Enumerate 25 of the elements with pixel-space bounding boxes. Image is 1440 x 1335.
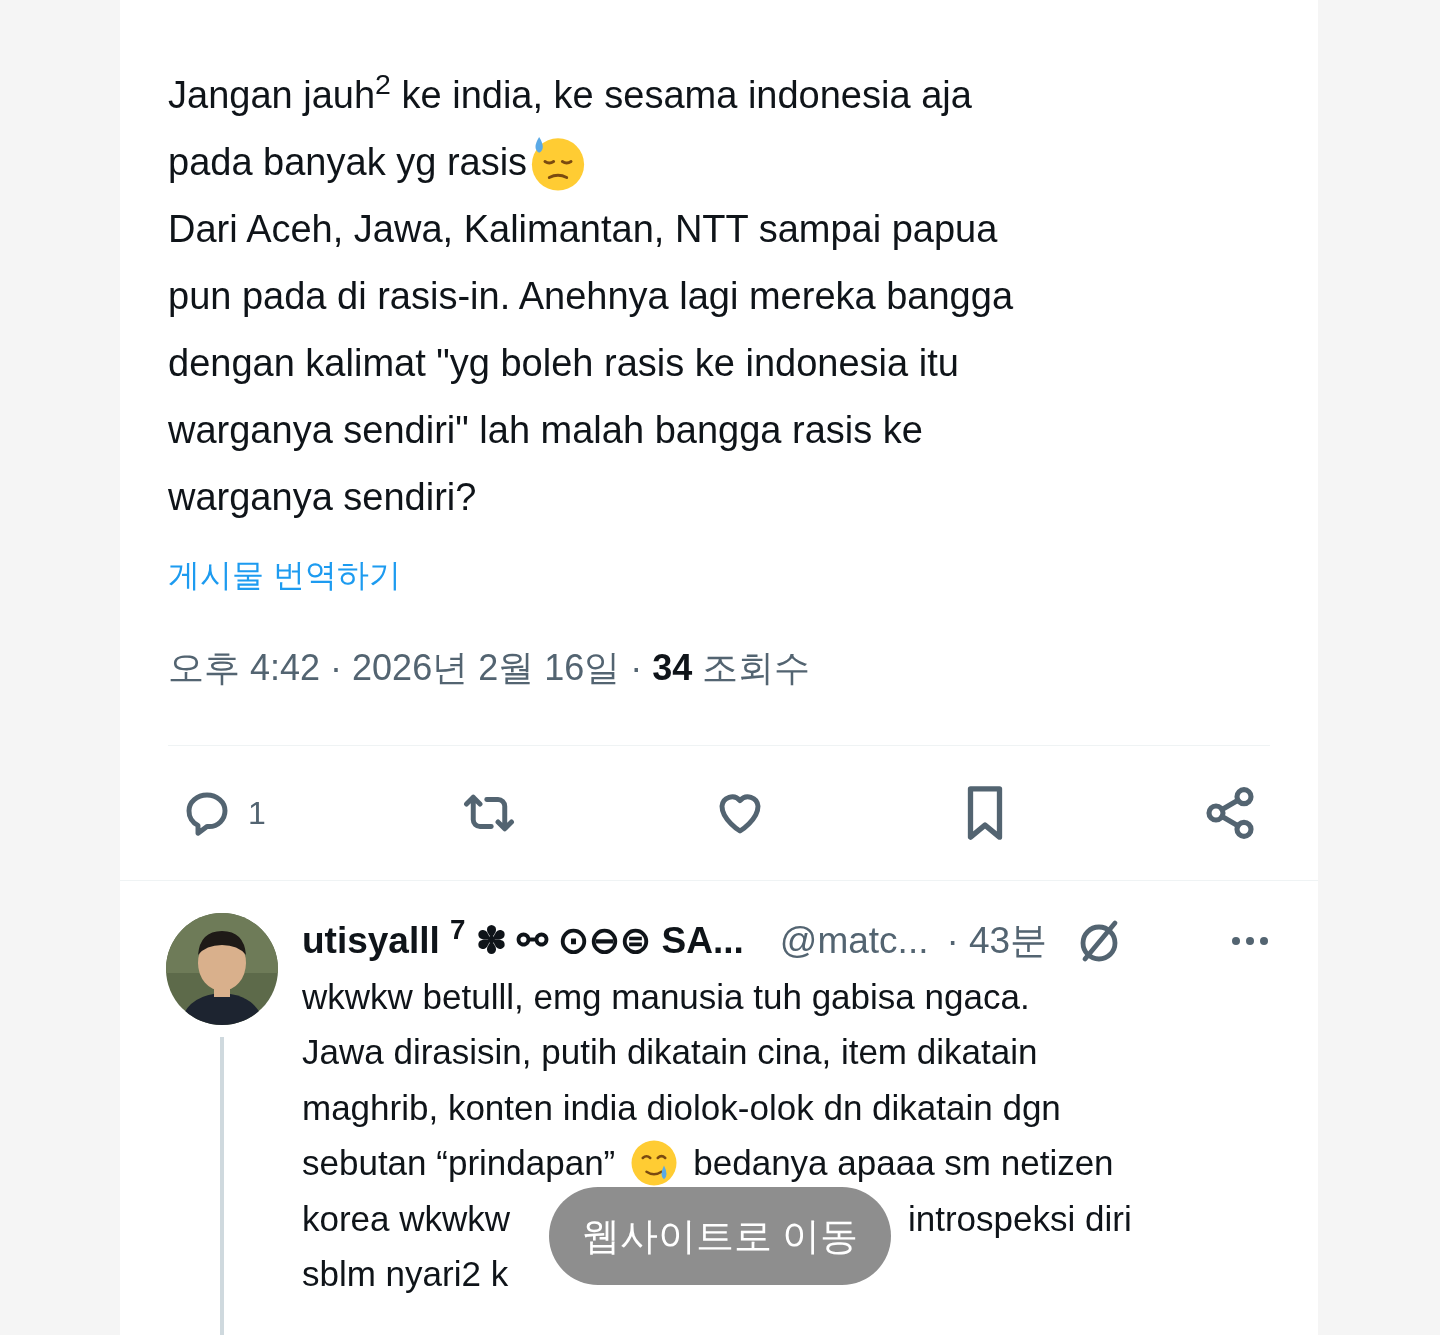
reply-text: korea wkwkw [302,1198,511,1238]
reply-text: introspeksi diri [908,1197,1132,1240]
reply-text: maghrib, konten india diolok-olok dn dikatain dgn [302,1086,1061,1129]
toast: 웹사이트로 이동 [549,1187,891,1285]
user-handle: @matc... [779,919,929,964]
post-timestamp: 오후 4:42 · 2026년 2월 16일 · [168,646,644,690]
user-name: utisyalll $^{7}$ ✽ ⚯ ⊙⊖⊜ SA... [302,913,744,964]
views-label: 조회수 [702,646,811,690]
post-text: pada banyak yg rasis [168,140,528,185]
reply-count: 1 [248,794,266,833]
post-text: warganya sendiri" lah malah bangga rasis ke [168,408,923,453]
post-text: Jangan jauh$^{2}$ ke india, ke sesama indonesia aja [168,66,972,118]
post-text: Dari Aceh, Jawa, Kalimantan, NTT sampai papua [168,207,998,252]
reply-text: sblm nyari2 k [302,1254,509,1293]
view-count: 34 [652,646,693,690]
post-text: warganya sendiri? [168,475,477,520]
reply-text: wkwkw betulll, emg manusia tuh gabisa ngaca. [302,975,1030,1018]
reply-text: Jawa dirasisin, putih dikatain cina, item dikatain [302,1031,1038,1073]
reply-text: sebutan “prindapan” [302,1142,616,1184]
translate-link[interactable]: 게시물 번역하기 [168,557,401,593]
post-text: pun pada di rasis-in. Anehnya lagi mereka bangga [168,274,1014,319]
reply-time: · 43분 [946,919,1048,964]
more-icon[interactable] [1230,935,1270,947]
post-text: dengan kalimat "yg boleh rasis ke indonesia itu [168,341,959,386]
reply-text: bedanya apaaa sm netizen [693,1142,1114,1184]
